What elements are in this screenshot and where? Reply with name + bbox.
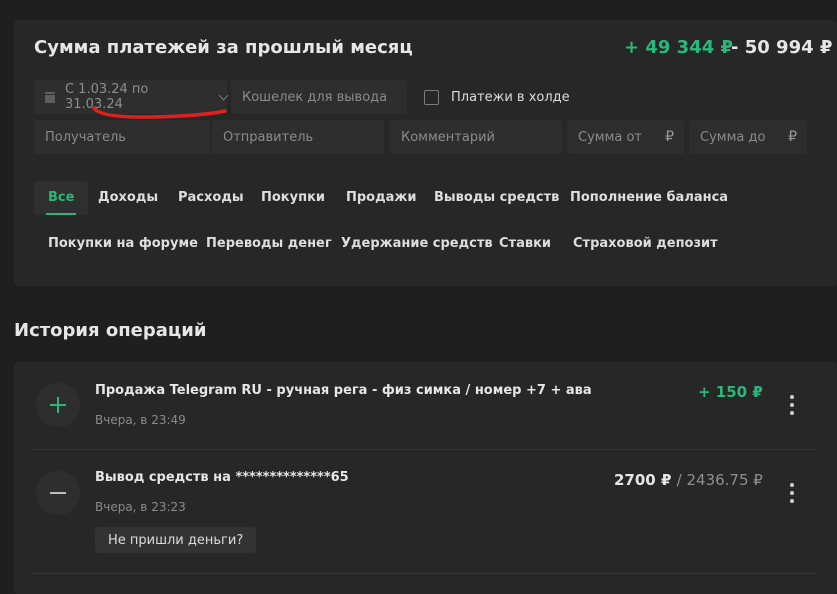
payments-summary-panel: Сумма платежей за прошлый месяц + 49 344…: [14, 20, 837, 286]
sender-placeholder: Отправитель: [223, 129, 314, 145]
tab-transfers[interactable]: Переводы денег: [192, 227, 346, 261]
ruble-icon: ₽: [665, 129, 674, 145]
divider: [32, 573, 817, 574]
operation-time: Вчера, в 23:49: [95, 413, 186, 427]
operation-time: Вчера, в 23:23: [95, 500, 186, 514]
calendar-icon: [45, 91, 55, 103]
tab-holds[interactable]: Удержание средств: [327, 227, 507, 261]
hold-checkbox[interactable]: [424, 89, 439, 105]
hold-label: Платежи в холде: [451, 89, 570, 105]
amount-gross: 2700 ₽: [614, 471, 672, 489]
tab-deposits[interactable]: Пополнение баланса: [556, 181, 742, 215]
sum-from-input[interactable]: Сумма от ₽: [567, 120, 684, 154]
recipient-placeholder: Получатель: [45, 129, 126, 145]
comment-placeholder: Комментарий: [401, 129, 495, 145]
summary-title: Сумма платежей за прошлый месяц: [34, 37, 413, 58]
operations-list: Продажа Telegram RU - ручная рега - физ …: [14, 362, 837, 594]
not-received-button[interactable]: Не пришли деньги?: [95, 527, 257, 553]
operation-amount: + 150 ₽: [698, 383, 763, 401]
tab-income[interactable]: Доходы: [84, 181, 172, 215]
chevron-down-icon: [218, 90, 229, 100]
income-total: + 49 344 ₽: [624, 37, 734, 58]
tab-insurance-deposit[interactable]: Страховой депозит: [559, 227, 732, 261]
sum-to-placeholder: Сумма до: [700, 129, 766, 145]
wallet-select[interactable]: Кошелек для вывода: [231, 80, 407, 114]
operation-title[interactable]: Вывод средств на **************65: [95, 470, 349, 485]
history-title: История операций: [14, 320, 207, 341]
sender-input[interactable]: Отправитель: [212, 120, 384, 154]
expense-total: - 50 994 ₽: [731, 37, 833, 58]
red-underline-annotation: [92, 106, 227, 119]
more-options-icon[interactable]: [789, 483, 795, 503]
minus-icon: [36, 471, 80, 515]
operation-title[interactable]: Продажа Telegram RU - ручная рега - физ …: [95, 383, 592, 398]
amount-net: / 2436.75 ₽: [676, 471, 763, 489]
wallet-placeholder: Кошелек для вывода: [242, 89, 388, 105]
operation-amount: 2700 ₽ / 2436.75 ₽: [614, 471, 763, 489]
hold-payments-toggle[interactable]: Платежи в холде: [413, 80, 589, 114]
tab-purchases[interactable]: Покупки: [247, 181, 339, 215]
more-options-icon[interactable]: [789, 395, 795, 415]
tab-withdrawals[interactable]: Выводы средств: [420, 181, 573, 215]
tab-forum-purchases[interactable]: Покупки на форуме: [34, 227, 212, 261]
plus-icon: [36, 383, 80, 427]
tab-expenses[interactable]: Расходы: [164, 181, 258, 215]
recipient-input[interactable]: Получатель: [34, 120, 210, 154]
ruble-icon: ₽: [788, 129, 797, 145]
sum-from-placeholder: Сумма от: [578, 129, 643, 145]
tab-sales[interactable]: Продажи: [332, 181, 430, 215]
divider: [32, 449, 817, 450]
sum-to-input[interactable]: Сумма до ₽: [689, 120, 807, 154]
tab-all[interactable]: Все: [34, 181, 89, 215]
tab-bets[interactable]: Ставки: [485, 227, 565, 261]
comment-input[interactable]: Комментарий: [390, 120, 562, 154]
